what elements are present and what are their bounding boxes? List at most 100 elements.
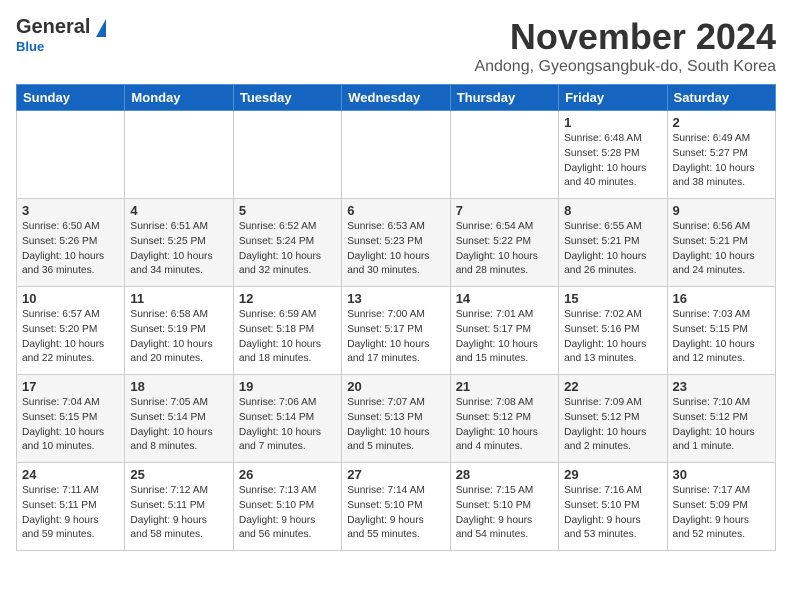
table-cell: 28Sunrise: 7:15 AM Sunset: 5:10 PM Dayli… <box>450 463 558 551</box>
table-cell: 6 Sunrise: 6:53 AM Sunset: 5:23 PM Daylig… <box>342 199 450 287</box>
day-number: 7 <box>456 203 553 218</box>
table-cell <box>125 111 233 199</box>
day-info: Sunrise: 6:58 AM Sunset: 5:19 PM Dayligh… <box>130 308 227 367</box>
day-number: 11 <box>130 291 227 306</box>
day-info: Sunrise: 6:54 AM Sunset: 5:22 PM Dayligh… <box>456 220 553 279</box>
table-cell: 15 Sunrise: 7:02 AM Sunset: 5:16 PM Dayli… <box>559 287 667 375</box>
table-cell: 10 Sunrise: 6:57 AM Sunset: 5:20 PM Dayli… <box>17 287 125 375</box>
table-cell <box>450 111 558 199</box>
day-info: Sunrise: 7:05 AM Sunset: 5:14 PM Dayligh… <box>130 396 227 455</box>
day-number: 6 <box>347 203 444 218</box>
day-number: 26 <box>239 467 336 482</box>
day-info: Sunrise: 6:50 AM Sunset: 5:26 PM Dayligh… <box>22 220 119 279</box>
day-info: Sunrise: 7:08 AM Sunset: 5:12 PM Dayligh… <box>456 396 553 455</box>
day-number: 30 <box>673 467 770 482</box>
day-info: Sunrise: 7:13 AM Sunset: 5:10 PM Dayligh… <box>239 484 336 543</box>
table-cell: 22Sunrise: 7:09 AM Sunset: 5:12 PM Dayli… <box>559 375 667 463</box>
day-info: Sunrise: 7:14 AM Sunset: 5:10 PM Dayligh… <box>347 484 444 543</box>
table-cell: 27 Sunrise: 7:14 AM Sunset: 5:10 PM Dayli… <box>342 463 450 551</box>
col-sunday: Sunday <box>17 85 125 111</box>
day-number: 25 <box>130 467 227 482</box>
col-tuesday: Tuesday <box>233 85 341 111</box>
table-cell <box>342 111 450 199</box>
day-number: 16 <box>673 291 770 306</box>
day-info: Sunrise: 7:16 AM Sunset: 5:10 PM Dayligh… <box>564 484 661 543</box>
table-cell: 17 Sunrise: 7:04 AM Sunset: 5:15 PM Dayli… <box>17 375 125 463</box>
day-number: 24 <box>22 467 119 482</box>
day-number: 12 <box>239 291 336 306</box>
day-info: Sunrise: 7:03 AM Sunset: 5:15 PM Dayligh… <box>673 308 770 367</box>
day-number: 5 <box>239 203 336 218</box>
day-info: Sunrise: 6:55 AM Sunset: 5:21 PM Dayligh… <box>564 220 661 279</box>
table-cell: 3 Sunrise: 6:50 AM Sunset: 5:26 PM Daylig… <box>17 199 125 287</box>
table-cell: 2Sunrise: 6:49 AM Sunset: 5:27 PM Daylig… <box>667 111 775 199</box>
day-info: Sunrise: 6:56 AM Sunset: 5:21 PM Dayligh… <box>673 220 770 279</box>
day-number: 23 <box>673 379 770 394</box>
day-number: 10 <box>22 291 119 306</box>
col-friday: Friday <box>559 85 667 111</box>
logo-blue-text: Blue <box>16 39 44 54</box>
day-number: 20 <box>347 379 444 394</box>
day-number: 4 <box>130 203 227 218</box>
day-number: 9 <box>673 203 770 218</box>
day-info: Sunrise: 6:52 AM Sunset: 5:24 PM Dayligh… <box>239 220 336 279</box>
week-row-5: 24 Sunrise: 7:11 AM Sunset: 5:11 PM Dayli… <box>17 463 776 551</box>
day-info: Sunrise: 7:02 AM Sunset: 5:16 PM Dayligh… <box>564 308 661 367</box>
day-info: Sunrise: 7:17 AM Sunset: 5:09 PM Dayligh… <box>673 484 770 543</box>
day-number: 13 <box>347 291 444 306</box>
day-number: 21 <box>456 379 553 394</box>
day-number: 28 <box>456 467 553 482</box>
table-cell: 1 Sunrise: 6:48 AM Sunset: 5:28 PM Daylig… <box>559 111 667 199</box>
day-number: 3 <box>22 203 119 218</box>
table-cell: 24 Sunrise: 7:11 AM Sunset: 5:11 PM Dayli… <box>17 463 125 551</box>
day-info: Sunrise: 7:04 AM Sunset: 5:15 PM Dayligh… <box>22 396 119 455</box>
triangle-icon <box>96 19 106 37</box>
table-cell: 8 Sunrise: 6:55 AM Sunset: 5:21 PM Daylig… <box>559 199 667 287</box>
table-cell: 7 Sunrise: 6:54 AM Sunset: 5:22 PM Daylig… <box>450 199 558 287</box>
table-cell: 5 Sunrise: 6:52 AM Sunset: 5:24 PM Daylig… <box>233 199 341 287</box>
table-cell: 13Sunrise: 7:00 AM Sunset: 5:17 PM Dayli… <box>342 287 450 375</box>
day-number: 8 <box>564 203 661 218</box>
calendar: Sunday Monday Tuesday Wednesday Thursday… <box>16 84 776 551</box>
table-cell: 20 Sunrise: 7:07 AM Sunset: 5:13 PM Dayli… <box>342 375 450 463</box>
day-info: Sunrise: 7:10 AM Sunset: 5:12 PM Dayligh… <box>673 396 770 455</box>
table-cell: 14 Sunrise: 7:01 AM Sunset: 5:17 PM Dayli… <box>450 287 558 375</box>
day-info: Sunrise: 7:09 AM Sunset: 5:12 PM Dayligh… <box>564 396 661 455</box>
day-number: 15 <box>564 291 661 306</box>
table-cell: 4 Sunrise: 6:51 AM Sunset: 5:25 PM Daylig… <box>125 199 233 287</box>
table-cell: 12 Sunrise: 6:59 AM Sunset: 5:18 PM Dayli… <box>233 287 341 375</box>
calendar-header-row: Sunday Monday Tuesday Wednesday Thursday… <box>17 85 776 111</box>
day-number: 14 <box>456 291 553 306</box>
table-cell: 25 Sunrise: 7:12 AM Sunset: 5:11 PM Dayli… <box>125 463 233 551</box>
day-number: 1 <box>564 115 661 130</box>
day-number: 17 <box>22 379 119 394</box>
day-info: Sunrise: 7:06 AM Sunset: 5:14 PM Dayligh… <box>239 396 336 455</box>
table-cell: 23 Sunrise: 7:10 AM Sunset: 5:12 PM Dayli… <box>667 375 775 463</box>
table-cell: 9 Sunrise: 6:56 AM Sunset: 5:21 PM Daylig… <box>667 199 775 287</box>
logo-general: General <box>16 16 90 39</box>
day-number: 29 <box>564 467 661 482</box>
day-info: Sunrise: 6:49 AM Sunset: 5:27 PM Dayligh… <box>673 132 770 191</box>
day-info: Sunrise: 7:07 AM Sunset: 5:13 PM Dayligh… <box>347 396 444 455</box>
col-wednesday: Wednesday <box>342 85 450 111</box>
day-info: Sunrise: 6:51 AM Sunset: 5:25 PM Dayligh… <box>130 220 227 279</box>
day-info: Sunrise: 6:57 AM Sunset: 5:20 PM Dayligh… <box>22 308 119 367</box>
month-title: November 2024 <box>474 16 776 58</box>
day-number: 27 <box>347 467 444 482</box>
week-row-4: 17 Sunrise: 7:04 AM Sunset: 5:15 PM Dayli… <box>17 375 776 463</box>
day-info: Sunrise: 6:48 AM Sunset: 5:28 PM Dayligh… <box>564 132 661 191</box>
day-info: Sunrise: 6:59 AM Sunset: 5:18 PM Dayligh… <box>239 308 336 367</box>
table-cell: 11 Sunrise: 6:58 AM Sunset: 5:19 PM Dayli… <box>125 287 233 375</box>
table-cell: 16 Sunrise: 7:03 AM Sunset: 5:15 PM Dayli… <box>667 287 775 375</box>
logo: General Blue <box>16 16 106 54</box>
table-cell <box>233 111 341 199</box>
location-title: Andong, Gyeongsangbuk-do, South Korea <box>474 58 776 76</box>
col-monday: Monday <box>125 85 233 111</box>
table-cell: 26 Sunrise: 7:13 AM Sunset: 5:10 PM Dayli… <box>233 463 341 551</box>
day-number: 18 <box>130 379 227 394</box>
title-block: November 2024 Andong, Gyeongsangbuk-do, … <box>474 16 776 76</box>
day-info: Sunrise: 7:11 AM Sunset: 5:11 PM Dayligh… <box>22 484 119 543</box>
day-info: Sunrise: 7:01 AM Sunset: 5:17 PM Dayligh… <box>456 308 553 367</box>
day-info: Sunrise: 6:53 AM Sunset: 5:23 PM Dayligh… <box>347 220 444 279</box>
day-info: Sunrise: 7:12 AM Sunset: 5:11 PM Dayligh… <box>130 484 227 543</box>
